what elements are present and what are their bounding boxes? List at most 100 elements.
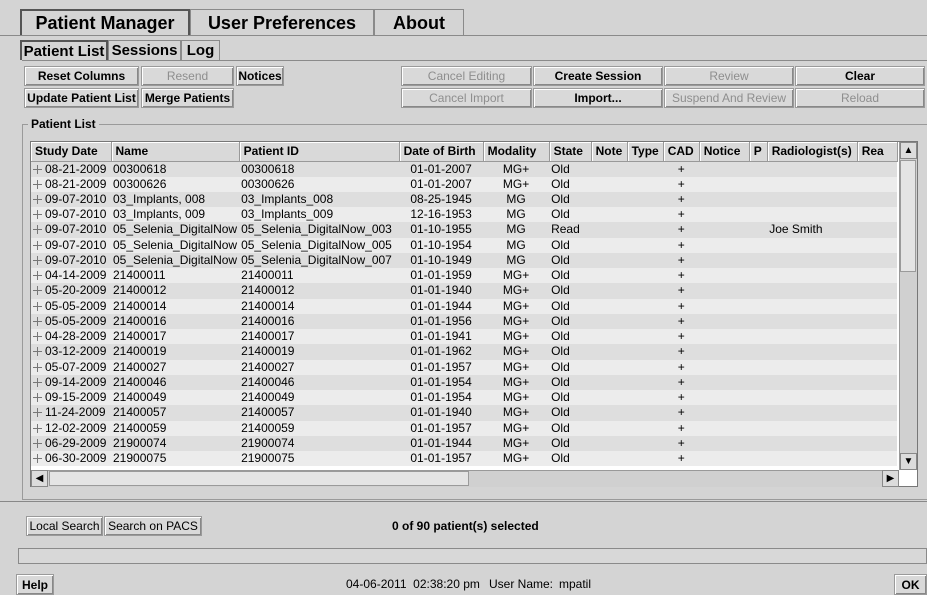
plus-expand-icon[interactable] bbox=[33, 362, 42, 372]
table-row[interactable]: 06-30-2009 21900075 21900075 01-01-1957 MG+ O… bbox=[31, 451, 898, 467]
column-header[interactable]: Modality bbox=[483, 142, 550, 162]
table-cell: + bbox=[663, 252, 700, 268]
local-search-button[interactable]: Local Search bbox=[26, 516, 103, 536]
table-row[interactable]: 09-07-2010 05_Selenia_DigitalNow 05_Seleni… bbox=[31, 222, 898, 238]
table-row[interactable]: 03-12-2009 21400019 21400019 01-01-1962 MG+ O… bbox=[31, 344, 898, 360]
notices-button[interactable]: Notices bbox=[236, 66, 284, 86]
table-cell bbox=[627, 344, 664, 360]
table-cell: Old bbox=[549, 252, 592, 268]
table-row[interactable]: 12-02-2009 21400059 21400059 01-01-1957 MG+ O… bbox=[31, 420, 898, 436]
table-cell: 01-01-2007 bbox=[399, 176, 484, 192]
vertical-scroll-thumb[interactable] bbox=[900, 160, 916, 272]
table-cell bbox=[627, 191, 664, 207]
column-header[interactable]: Note bbox=[591, 142, 628, 162]
table-cell bbox=[857, 435, 898, 451]
table-row[interactable]: 05-05-2009 21400014 21400014 01-01-1944 MG+ O… bbox=[31, 298, 898, 314]
table-row[interactable]: 11-24-2009 21400057 21400057 01-01-1940 MG+ O… bbox=[31, 405, 898, 421]
triangle-left-icon[interactable]: ◀ bbox=[31, 470, 48, 487]
column-header[interactable]: Study Date bbox=[31, 142, 112, 162]
table-cell: MG+ bbox=[483, 268, 550, 284]
table-row[interactable]: 08-21-2009 00300626 00300626 01-01-2007 MG+ O… bbox=[31, 176, 898, 192]
triangle-down-icon[interactable]: ▼ bbox=[900, 453, 917, 470]
triangle-up-icon[interactable]: ▲ bbox=[900, 142, 917, 159]
plus-expand-icon[interactable] bbox=[33, 438, 42, 448]
table-row[interactable]: 06-29-2009 21900074 21900074 01-01-1944 MG+ O… bbox=[31, 435, 898, 451]
plus-expand-icon[interactable] bbox=[33, 332, 42, 342]
table-cell: + bbox=[663, 344, 700, 360]
plus-expand-icon[interactable] bbox=[33, 347, 42, 357]
tab-about[interactable]: About bbox=[374, 9, 464, 36]
update-patient-list-button[interactable]: Update Patient List bbox=[24, 88, 139, 108]
table-cell bbox=[699, 222, 750, 238]
table-row[interactable]: 09-07-2010 05_Selenia_DigitalNow 05_Seleni… bbox=[31, 252, 898, 268]
review-button[interactable]: Review bbox=[664, 66, 794, 86]
table-row[interactable]: 09-07-2010 03_Implants, 009 03_Implants_00… bbox=[31, 207, 898, 223]
plus-expand-icon[interactable] bbox=[33, 210, 42, 220]
tab-patient-list[interactable]: Patient List bbox=[20, 40, 108, 60]
column-header[interactable]: State bbox=[549, 142, 592, 162]
table-cell bbox=[857, 405, 898, 421]
table-row[interactable]: 04-14-2009 21400011 21400011 01-01-1959 MG+ O… bbox=[31, 268, 898, 284]
help-button[interactable]: Help bbox=[16, 574, 54, 595]
table-row[interactable]: 05-20-2009 21400012 21400012 01-01-1940 MG+ O… bbox=[31, 283, 898, 299]
patient-table: Study Date Name Patient ID Date of Birth Mod… bbox=[31, 142, 898, 467]
table-row[interactable]: 08-21-2009 00300618 00300618 01-01-2007 MG+ O… bbox=[31, 161, 898, 177]
table-cell: Old bbox=[549, 344, 592, 360]
resend-button[interactable]: Resend bbox=[141, 66, 234, 86]
ok-button[interactable]: OK bbox=[894, 574, 927, 595]
plus-expand-icon[interactable] bbox=[33, 377, 42, 387]
tab-patient-manager[interactable]: Patient Manager bbox=[20, 9, 190, 36]
plus-expand-icon[interactable] bbox=[33, 423, 42, 433]
table-cell: Old bbox=[549, 329, 592, 345]
column-header[interactable]: CAD bbox=[663, 142, 700, 162]
column-header[interactable]: Name bbox=[111, 142, 240, 162]
plus-expand-icon[interactable] bbox=[33, 240, 42, 250]
column-header[interactable]: Notice bbox=[699, 142, 750, 162]
reload-button[interactable]: Reload bbox=[795, 88, 925, 108]
table-row[interactable]: 09-15-2009 21400049 21400049 01-01-1954 MG+ O… bbox=[31, 390, 898, 406]
plus-expand-icon[interactable] bbox=[33, 286, 42, 296]
suspend-and-review-button[interactable]: Suspend And Review bbox=[664, 88, 794, 108]
tab-log[interactable]: Log bbox=[181, 40, 220, 60]
tab-user-preferences[interactable]: User Preferences bbox=[190, 9, 374, 36]
table-row[interactable]: 05-07-2009 21400027 21400027 01-01-1957 MG+ O… bbox=[31, 359, 898, 375]
column-header[interactable]: Radiologist(s) bbox=[767, 142, 858, 162]
plus-expand-icon[interactable] bbox=[33, 393, 42, 403]
table-row[interactable]: 09-07-2010 05_Selenia_DigitalNow 05_Seleni… bbox=[31, 237, 898, 253]
table-row[interactable]: 05-05-2009 21400016 21400016 01-01-1956 MG+ O… bbox=[31, 313, 898, 329]
plus-expand-icon[interactable] bbox=[33, 316, 42, 326]
table-cell bbox=[749, 329, 768, 345]
column-header[interactable]: Date of Birth bbox=[399, 142, 484, 162]
import-button[interactable]: Import... bbox=[533, 88, 663, 108]
table-row[interactable]: 04-28-2009 21400017 21400017 01-01-1941 MG+ O… bbox=[31, 329, 898, 345]
cancel-editing-button[interactable]: Cancel Editing bbox=[401, 66, 532, 86]
plus-expand-icon[interactable] bbox=[33, 164, 42, 174]
triangle-right-icon[interactable]: ▶ bbox=[882, 470, 899, 487]
table-row[interactable]: 09-07-2010 03_Implants, 008 03_Implants_00… bbox=[31, 191, 898, 207]
clear-button[interactable]: Clear bbox=[795, 66, 925, 86]
plus-expand-icon[interactable] bbox=[33, 408, 42, 418]
reset-columns-button[interactable]: Reset Columns bbox=[24, 66, 139, 86]
table-cell bbox=[699, 283, 750, 299]
selection-status: 0 of 90 patient(s) selected bbox=[392, 519, 539, 533]
create-session-button[interactable]: Create Session bbox=[533, 66, 663, 86]
plus-expand-icon[interactable] bbox=[33, 301, 42, 311]
search-on-pacs-button[interactable]: Search on PACS bbox=[104, 516, 202, 536]
plus-expand-icon[interactable] bbox=[33, 179, 42, 189]
column-header[interactable]: Patient ID bbox=[239, 142, 400, 162]
column-header[interactable]: Rea bbox=[857, 142, 898, 162]
plus-expand-icon[interactable] bbox=[33, 271, 42, 281]
column-header[interactable]: Type bbox=[627, 142, 664, 162]
merge-patients-button[interactable]: Merge Patients bbox=[141, 88, 234, 108]
cancel-import-button[interactable]: Cancel Import bbox=[401, 88, 532, 108]
study-date: 08-21-2009 bbox=[45, 176, 107, 191]
table-row[interactable]: 09-14-2009 21400046 21400046 01-01-1954 MG+ O… bbox=[31, 374, 898, 390]
plus-expand-icon[interactable] bbox=[33, 194, 42, 204]
column-header[interactable]: P bbox=[749, 142, 768, 162]
tab-sessions[interactable]: Sessions bbox=[108, 40, 181, 60]
plus-expand-icon[interactable] bbox=[33, 454, 42, 464]
horizontal-scroll-thumb[interactable] bbox=[49, 471, 469, 486]
table-cell bbox=[591, 237, 628, 253]
plus-expand-icon[interactable] bbox=[33, 225, 42, 235]
plus-expand-icon[interactable] bbox=[33, 255, 42, 265]
